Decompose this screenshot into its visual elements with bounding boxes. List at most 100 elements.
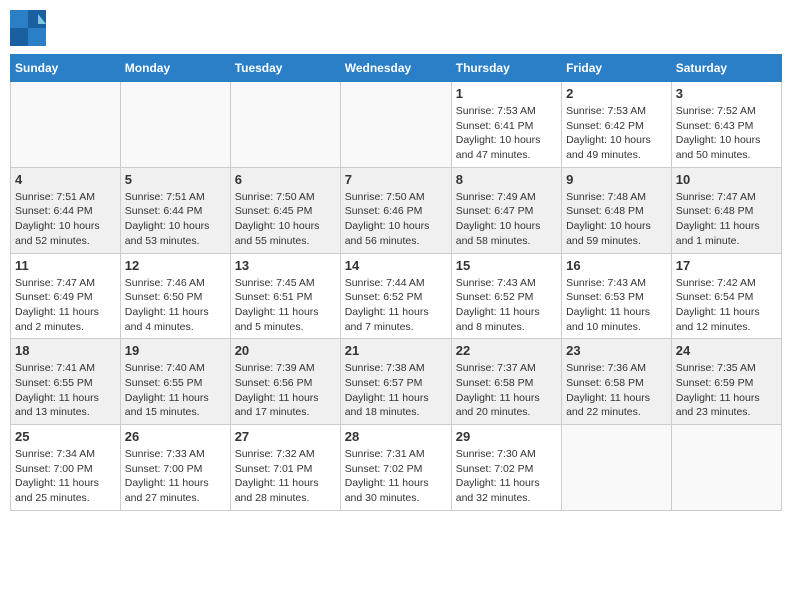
day-info: Sunrise: 7:36 AM Sunset: 6:58 PM Dayligh…: [566, 361, 667, 420]
day-number: 8: [456, 172, 557, 187]
day-info: Sunrise: 7:34 AM Sunset: 7:00 PM Dayligh…: [15, 447, 116, 506]
calendar-cell: 26 Sunrise: 7:33 AM Sunset: 7:00 PM Dayli…: [120, 425, 230, 511]
day-number: 18: [15, 343, 116, 358]
day-info: Sunrise: 7:50 AM Sunset: 6:45 PM Dayligh…: [235, 190, 336, 249]
weekday-header-thursday: Thursday: [451, 55, 561, 82]
day-number: 29: [456, 429, 557, 444]
weekday-header-wednesday: Wednesday: [340, 55, 451, 82]
day-info: Sunrise: 7:53 AM Sunset: 6:41 PM Dayligh…: [456, 104, 557, 163]
calendar-cell: [340, 82, 451, 168]
calendar-cell: 22 Sunrise: 7:37 AM Sunset: 6:58 PM Dayli…: [451, 339, 561, 425]
calendar-cell: 6 Sunrise: 7:50 AM Sunset: 6:45 PM Daylig…: [230, 167, 340, 253]
day-number: 13: [235, 258, 336, 273]
day-number: 3: [676, 86, 777, 101]
day-info: Sunrise: 7:39 AM Sunset: 6:56 PM Dayligh…: [235, 361, 336, 420]
calendar-cell: 23 Sunrise: 7:36 AM Sunset: 6:58 PM Dayli…: [562, 339, 672, 425]
calendar-cell: 3 Sunrise: 7:52 AM Sunset: 6:43 PM Daylig…: [671, 82, 781, 168]
calendar-week-row: 25 Sunrise: 7:34 AM Sunset: 7:00 PM Dayli…: [11, 425, 782, 511]
calendar-cell: 27 Sunrise: 7:32 AM Sunset: 7:01 PM Dayli…: [230, 425, 340, 511]
day-info: Sunrise: 7:33 AM Sunset: 7:00 PM Dayligh…: [125, 447, 226, 506]
calendar-table: SundayMondayTuesdayWednesdayThursdayFrid…: [10, 54, 782, 511]
day-info: Sunrise: 7:53 AM Sunset: 6:42 PM Dayligh…: [566, 104, 667, 163]
day-info: Sunrise: 7:41 AM Sunset: 6:55 PM Dayligh…: [15, 361, 116, 420]
day-number: 21: [345, 343, 447, 358]
day-number: 27: [235, 429, 336, 444]
day-info: Sunrise: 7:52 AM Sunset: 6:43 PM Dayligh…: [676, 104, 777, 163]
day-number: 28: [345, 429, 447, 444]
day-info: Sunrise: 7:50 AM Sunset: 6:46 PM Dayligh…: [345, 190, 447, 249]
calendar-week-row: 11 Sunrise: 7:47 AM Sunset: 6:49 PM Dayli…: [11, 253, 782, 339]
day-info: Sunrise: 7:48 AM Sunset: 6:48 PM Dayligh…: [566, 190, 667, 249]
calendar-cell: 15Sunrise: 7:43 AM Sunset: 6:52 PM Dayli…: [451, 253, 561, 339]
calendar-cell: 4 Sunrise: 7:51 AM Sunset: 6:44 PM Daylig…: [11, 167, 121, 253]
day-info: Sunrise: 7:47 AM Sunset: 6:49 PM Dayligh…: [15, 276, 116, 335]
day-number: 26: [125, 429, 226, 444]
day-number: 2: [566, 86, 667, 101]
weekday-header-saturday: Saturday: [671, 55, 781, 82]
day-number: 10: [676, 172, 777, 187]
calendar-cell: 2 Sunrise: 7:53 AM Sunset: 6:42 PM Daylig…: [562, 82, 672, 168]
calendar-cell: 9 Sunrise: 7:48 AM Sunset: 6:48 PM Daylig…: [562, 167, 672, 253]
day-info: Sunrise: 7:31 AM Sunset: 7:02 PM Dayligh…: [345, 447, 447, 506]
day-info: Sunrise: 7:30 AM Sunset: 7:02 PM Dayligh…: [456, 447, 557, 506]
day-info: Sunrise: 7:44 AM Sunset: 6:52 PM Dayligh…: [345, 276, 447, 335]
day-number: 11: [15, 258, 116, 273]
day-number: 5: [125, 172, 226, 187]
calendar-cell: [11, 82, 121, 168]
calendar-cell: 12 Sunrise: 7:46 AM Sunset: 6:50 PM Dayli…: [120, 253, 230, 339]
calendar-cell: 17Sunrise: 7:42 AM Sunset: 6:54 PM Dayli…: [671, 253, 781, 339]
calendar-cell: 28 Sunrise: 7:31 AM Sunset: 7:02 PM Dayli…: [340, 425, 451, 511]
calendar-week-row: 18 Sunrise: 7:41 AM Sunset: 6:55 PM Dayli…: [11, 339, 782, 425]
page-header: [10, 10, 782, 46]
day-number: 1: [456, 86, 557, 101]
day-info: Sunrise: 7:40 AM Sunset: 6:55 PM Dayligh…: [125, 361, 226, 420]
calendar-cell: 13 Sunrise: 7:45 AM Sunset: 6:51 PM Dayli…: [230, 253, 340, 339]
weekday-header-tuesday: Tuesday: [230, 55, 340, 82]
calendar-cell: 10 Sunrise: 7:47 AM Sunset: 6:48 PM Dayli…: [671, 167, 781, 253]
calendar-cell: 20Sunrise: 7:39 AM Sunset: 6:56 PM Dayli…: [230, 339, 340, 425]
calendar-cell: 16 Sunrise: 7:43 AM Sunset: 6:53 PM Dayli…: [562, 253, 672, 339]
calendar-cell: 1 Sunrise: 7:53 AM Sunset: 6:41 PM Daylig…: [451, 82, 561, 168]
day-info: Sunrise: 7:49 AM Sunset: 6:47 PM Dayligh…: [456, 190, 557, 249]
day-info: Sunrise: 7:43 AM Sunset: 6:53 PM Dayligh…: [566, 276, 667, 335]
weekday-header-sunday: Sunday: [11, 55, 121, 82]
calendar-week-row: 1 Sunrise: 7:53 AM Sunset: 6:41 PM Daylig…: [11, 82, 782, 168]
day-number: 7: [345, 172, 447, 187]
day-number: 9: [566, 172, 667, 187]
day-number: 4: [15, 172, 116, 187]
calendar-cell: 21 Sunrise: 7:38 AM Sunset: 6:57 PM Dayli…: [340, 339, 451, 425]
calendar-cell: [120, 82, 230, 168]
weekday-header-row: SundayMondayTuesdayWednesdayThursdayFrid…: [11, 55, 782, 82]
day-info: Sunrise: 7:45 AM Sunset: 6:51 PM Dayligh…: [235, 276, 336, 335]
day-number: 6: [235, 172, 336, 187]
calendar-cell: 8 Sunrise: 7:49 AM Sunset: 6:47 PM Daylig…: [451, 167, 561, 253]
calendar-cell: 29 Sunrise: 7:30 AM Sunset: 7:02 PM Dayli…: [451, 425, 561, 511]
weekday-header-friday: Friday: [562, 55, 672, 82]
day-number: 12: [125, 258, 226, 273]
calendar-cell: 18 Sunrise: 7:41 AM Sunset: 6:55 PM Dayli…: [11, 339, 121, 425]
day-info: Sunrise: 7:46 AM Sunset: 6:50 PM Dayligh…: [125, 276, 226, 335]
calendar-cell: [562, 425, 672, 511]
day-info: Sunrise: 7:32 AM Sunset: 7:01 PM Dayligh…: [235, 447, 336, 506]
day-number: 23: [566, 343, 667, 358]
calendar-cell: 14 Sunrise: 7:44 AM Sunset: 6:52 PM Dayli…: [340, 253, 451, 339]
calendar-cell: 7 Sunrise: 7:50 AM Sunset: 6:46 PM Daylig…: [340, 167, 451, 253]
calendar-cell: 25 Sunrise: 7:34 AM Sunset: 7:00 PM Dayli…: [11, 425, 121, 511]
day-info: Sunrise: 7:38 AM Sunset: 6:57 PM Dayligh…: [345, 361, 447, 420]
calendar-cell: [230, 82, 340, 168]
day-number: 14: [345, 258, 447, 273]
day-info: Sunrise: 7:51 AM Sunset: 6:44 PM Dayligh…: [125, 190, 226, 249]
calendar-cell: [671, 425, 781, 511]
calendar-cell: 11 Sunrise: 7:47 AM Sunset: 6:49 PM Dayli…: [11, 253, 121, 339]
day-info: Sunrise: 7:47 AM Sunset: 6:48 PM Dayligh…: [676, 190, 777, 249]
day-number: 19: [125, 343, 226, 358]
day-number: 16: [566, 258, 667, 273]
calendar-week-row: 4 Sunrise: 7:51 AM Sunset: 6:44 PM Daylig…: [11, 167, 782, 253]
logo: [10, 10, 50, 46]
day-info: Sunrise: 7:51 AM Sunset: 6:44 PM Dayligh…: [15, 190, 116, 249]
day-number: 25: [15, 429, 116, 444]
day-number: 15: [456, 258, 557, 273]
day-number: 24: [676, 343, 777, 358]
day-info: Sunrise: 7:37 AM Sunset: 6:58 PM Dayligh…: [456, 361, 557, 420]
day-number: 22: [456, 343, 557, 358]
